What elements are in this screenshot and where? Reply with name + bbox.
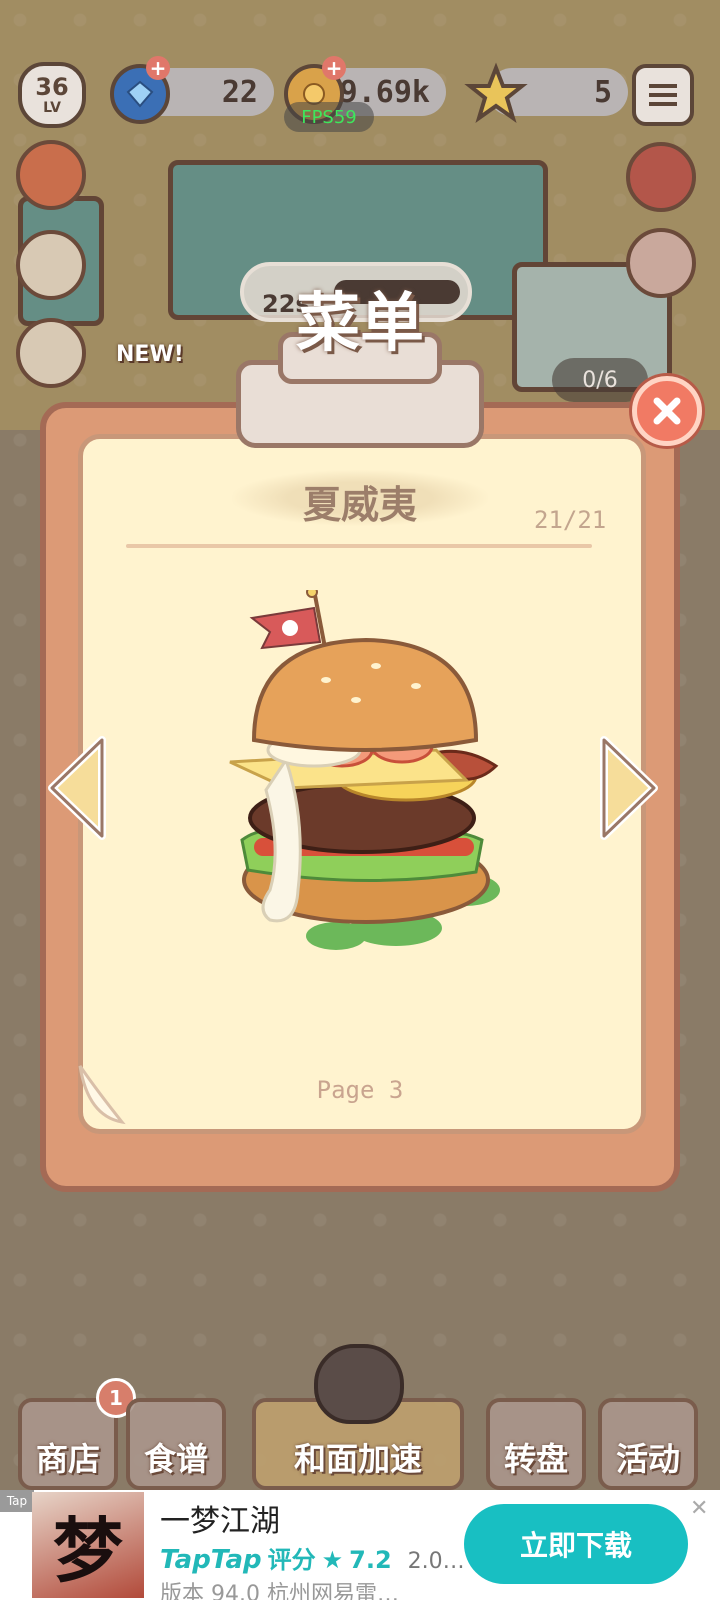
title-divider bbox=[126, 544, 592, 548]
download-button[interactable]: 立即下载 bbox=[464, 1504, 688, 1584]
ad-version-short: 2.0… bbox=[407, 1549, 465, 1574]
gems-value: 22 bbox=[221, 74, 258, 110]
level-suffix: LV bbox=[43, 100, 61, 116]
order-counter: 0/6 bbox=[552, 358, 648, 402]
tab-dough-speedup-label: 和面加速 bbox=[293, 1440, 422, 1478]
ad-app-thumbnail[interactable]: 梦 bbox=[32, 1492, 144, 1598]
menu-title: 菜单 bbox=[296, 287, 424, 361]
tab-shop-label: 商店 bbox=[35, 1440, 100, 1478]
hawaiian-burger-image bbox=[229, 590, 500, 950]
ad-thumbnail-glyph: 梦 bbox=[53, 1508, 123, 1592]
ad-meta: 版本 94.0 杭州网易雷… bbox=[160, 1582, 399, 1600]
tab-events-label: 活动 bbox=[615, 1440, 680, 1478]
ad-rating: TapTap 评分 ★ 7.2 2.0… bbox=[160, 1540, 465, 1575]
tab-recipes-label: 食谱 bbox=[143, 1440, 208, 1478]
add-coins-icon[interactable]: + bbox=[322, 56, 346, 80]
ad-rating-value: 7.2 bbox=[349, 1546, 392, 1574]
ad-rating-label: 评分 bbox=[267, 1546, 316, 1574]
level-badge[interactable]: 36 LV bbox=[18, 62, 86, 128]
ad-tag: Tap bbox=[0, 1490, 34, 1512]
red-panda-icon[interactable] bbox=[16, 140, 86, 210]
star-icon[interactable] bbox=[460, 58, 532, 130]
tab-wheel[interactable]: 转盘 bbox=[486, 1398, 586, 1490]
previous-page-arrow[interactable] bbox=[46, 734, 108, 842]
close-icon bbox=[653, 397, 681, 425]
add-gems-icon[interactable]: + bbox=[146, 56, 170, 80]
ad-rating-brand: TapTap bbox=[160, 1545, 262, 1575]
level-number: 36 bbox=[35, 73, 69, 101]
tab-recipes[interactable]: 食谱 bbox=[126, 1398, 226, 1490]
drink-can-icon[interactable] bbox=[626, 142, 696, 212]
stars-value: 5 bbox=[593, 74, 612, 110]
menu-list-icon[interactable] bbox=[632, 64, 694, 126]
ad-app-title[interactable]: 一梦江湖 bbox=[160, 1496, 280, 1540]
ad-close-icon[interactable]: ✕ bbox=[690, 1496, 708, 1521]
next-page-arrow[interactable] bbox=[598, 734, 660, 842]
page-label: Page 3 bbox=[316, 1076, 404, 1104]
fps-counter: FPS59 bbox=[284, 102, 374, 132]
tab-events[interactable]: 活动 bbox=[598, 1398, 698, 1490]
tab-wheel-label: 转盘 bbox=[503, 1440, 568, 1478]
bear-icon bbox=[314, 1344, 404, 1424]
star-icon: ★ bbox=[321, 1546, 344, 1574]
close-button[interactable] bbox=[632, 376, 702, 446]
dish-index: 21/21 bbox=[534, 506, 607, 534]
dish-name: 夏威夷 bbox=[302, 483, 417, 527]
